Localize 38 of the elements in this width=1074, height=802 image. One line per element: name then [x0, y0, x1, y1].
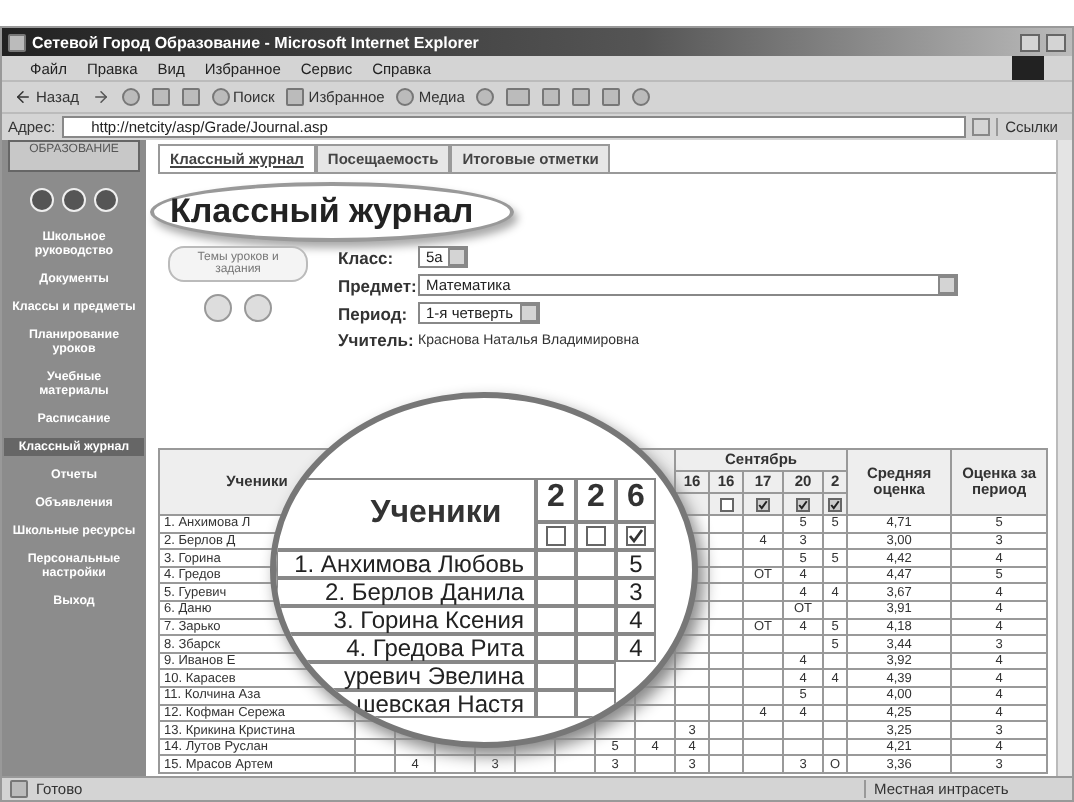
back-arrow-icon: [14, 88, 32, 106]
forward-icon[interactable]: [91, 88, 109, 106]
checkbox[interactable]: [719, 497, 733, 512]
student-name: 3. Горина Ксения: [276, 606, 536, 634]
checkbox[interactable]: [828, 497, 843, 512]
grade-cell: 5: [616, 550, 656, 578]
table-cell: [536, 606, 576, 634]
grade-cell: 3: [616, 578, 656, 606]
field-label: Предмет:: [338, 275, 410, 295]
window-title: Сетевой Город Образование - Microsoft Internet Explorer: [32, 33, 481, 51]
student-name: 1. Анхимова Любовь: [276, 550, 536, 578]
student-name: 2. Берлов Данила: [276, 578, 536, 606]
date-header: 2: [536, 478, 576, 522]
table-cell: [536, 634, 576, 662]
maximize-button[interactable]: [1046, 33, 1066, 51]
table-cell: [536, 578, 576, 606]
table-cell: [576, 606, 616, 634]
minimize-button[interactable]: [1020, 33, 1040, 51]
dropdown-button[interactable]: [971, 118, 990, 136]
field-label: Класс:: [338, 247, 396, 267]
checkbox[interactable]: [626, 526, 646, 546]
table-cell: [576, 690, 616, 718]
checkbox[interactable]: [586, 526, 606, 546]
checkbox[interactable]: [756, 497, 770, 512]
checkbox[interactable]: [796, 497, 810, 512]
field-label: Учитель:: [338, 330, 410, 350]
field-label: Период:: [338, 303, 410, 323]
date-header: 2: [576, 478, 616, 522]
table-cell: [576, 578, 616, 606]
date-header: 6: [616, 478, 656, 522]
page-title: Классный журнал: [150, 182, 514, 242]
grade-cell: 4: [616, 634, 656, 662]
grade-cell: 4: [616, 606, 656, 634]
table-cell: [576, 634, 616, 662]
table-cell: [536, 662, 576, 690]
scrollbar[interactable]: [1056, 140, 1072, 776]
table-cell: [576, 662, 616, 690]
checkbox[interactable]: [546, 526, 566, 546]
